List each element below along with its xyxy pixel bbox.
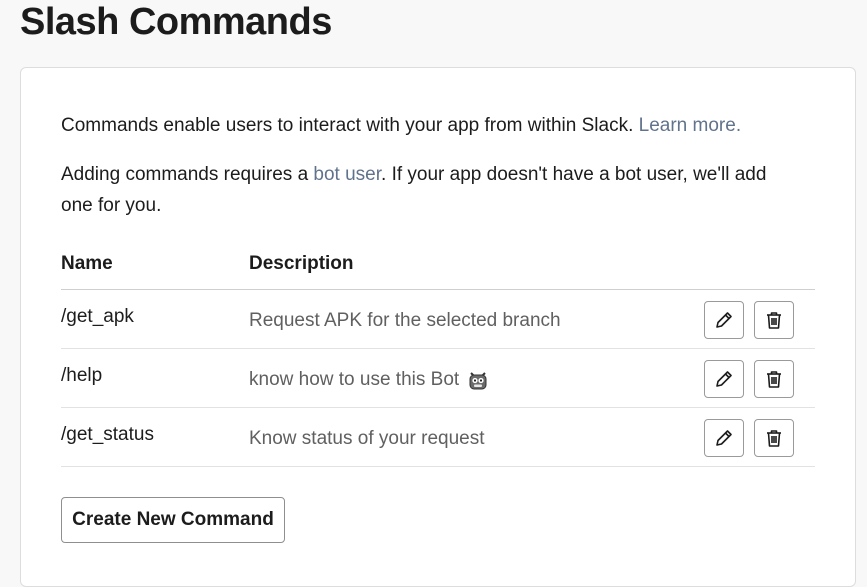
trash-icon (767, 371, 781, 388)
command-name: /get_apk (61, 306, 134, 327)
command-name: /get_status (61, 424, 154, 445)
bot-user-paragraph: Adding commands requires a bot user. If … (61, 159, 801, 221)
create-new-command-button[interactable]: Create New Command (61, 497, 285, 543)
trash-icon (767, 312, 781, 329)
bot-user-link[interactable]: bot user (313, 164, 381, 185)
header-name: Name (61, 253, 113, 274)
command-description: Request APK for the selected branch (249, 310, 561, 332)
delete-command-button[interactable] (754, 301, 794, 339)
command-description: Know status of your request (249, 428, 485, 450)
commands-table: Name Description /get_apk Request APK fo… (61, 240, 815, 467)
delete-command-button[interactable] (754, 360, 794, 398)
command-description-text: know how to use this Bot (249, 369, 460, 390)
table-row: /get_status Know status of your request (61, 408, 815, 467)
command-description-text: Request APK for the selected branch (249, 310, 561, 331)
robot-face-icon (469, 372, 487, 390)
edit-command-button[interactable] (704, 301, 744, 339)
edit-command-button[interactable] (704, 360, 744, 398)
delete-command-button[interactable] (754, 419, 794, 457)
page-title: Slash Commands (20, 1, 332, 43)
table-row: /get_apk Request APK for the selected br… (61, 290, 815, 349)
bot-user-text-before: Adding commands requires a (61, 164, 309, 185)
command-description: know how to use this Bot (249, 369, 489, 391)
slash-commands-card: Commands enable users to interact with y… (20, 67, 856, 587)
pencil-icon (716, 371, 732, 387)
edit-command-button[interactable] (704, 419, 744, 457)
pencil-icon (716, 430, 732, 446)
pencil-icon (716, 312, 732, 328)
intro-paragraph: Commands enable users to interact with y… (61, 110, 801, 141)
intro-text: Commands enable users to interact with y… (61, 115, 634, 136)
table-header: Name Description (61, 240, 815, 290)
learn-more-link[interactable]: Learn more. (639, 115, 741, 136)
table-row: /help know how to use this Bot (61, 349, 815, 408)
trash-icon (767, 430, 781, 447)
command-name: /help (61, 365, 103, 386)
header-description: Description (249, 253, 354, 274)
command-description-text: Know status of your request (249, 428, 485, 449)
